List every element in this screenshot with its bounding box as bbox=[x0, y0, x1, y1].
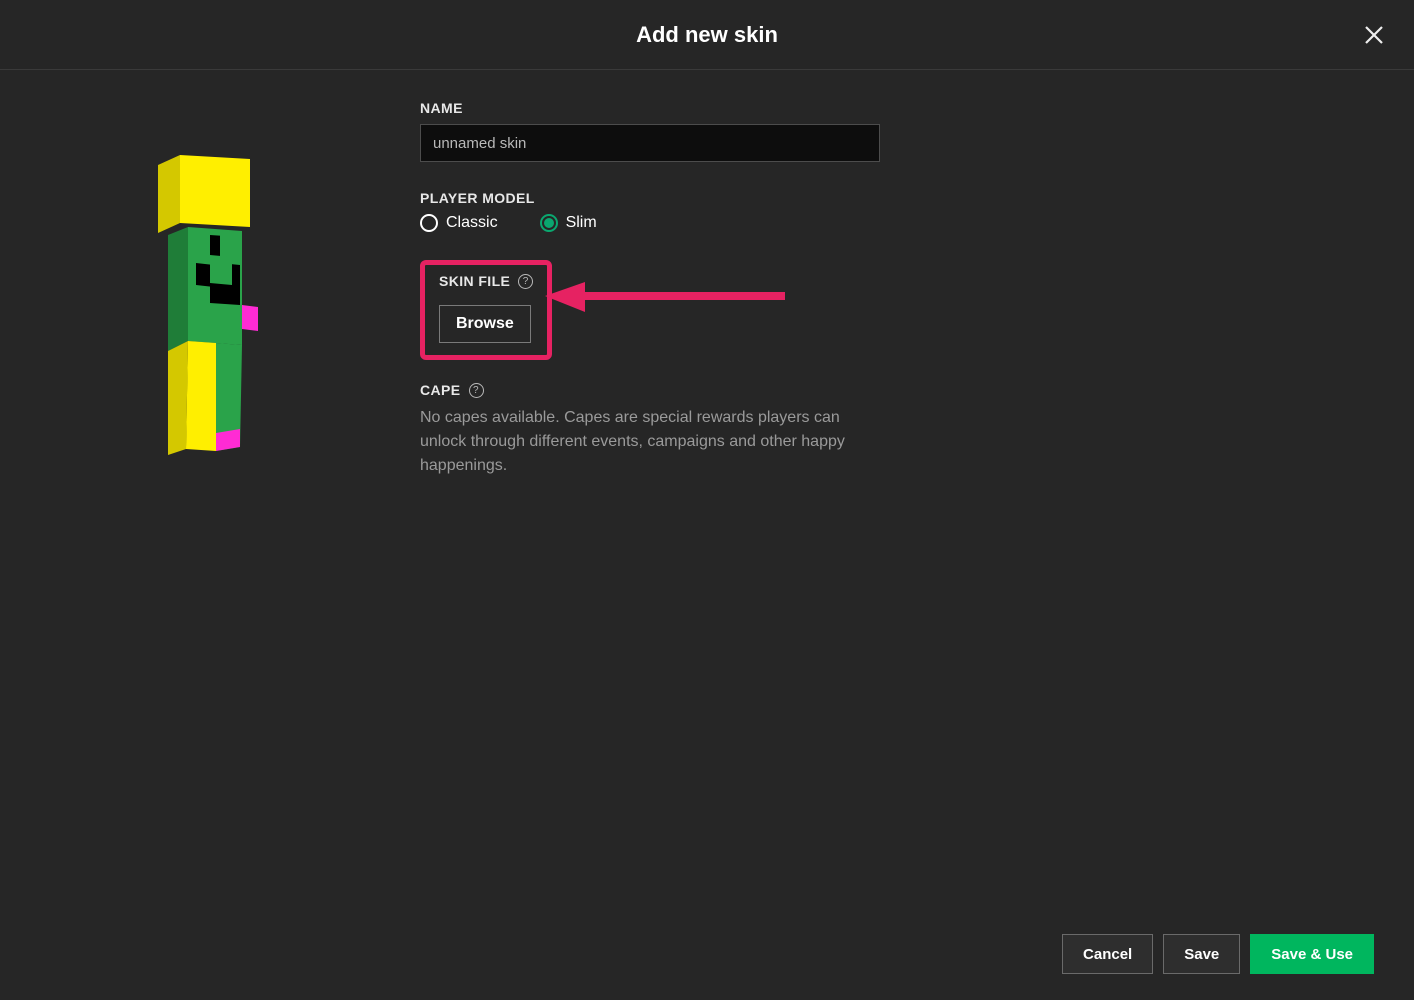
skin-preview-column bbox=[0, 100, 420, 1000]
player-model-section: PLAYER MODEL Classic Slim bbox=[420, 190, 890, 232]
player-model-label: PLAYER MODEL bbox=[420, 190, 890, 206]
close-icon bbox=[1363, 24, 1385, 46]
dialog-title: Add new skin bbox=[636, 22, 778, 48]
cape-description: No capes available. Capes are special re… bbox=[420, 406, 880, 478]
footer-buttons: Cancel Save Save & Use bbox=[1062, 934, 1374, 974]
radio-slim[interactable]: Slim bbox=[540, 214, 597, 232]
name-input[interactable] bbox=[420, 124, 880, 162]
close-button[interactable] bbox=[1360, 21, 1388, 49]
form-column: NAME PLAYER MODEL Classic Slim bbox=[420, 100, 950, 1000]
help-icon[interactable]: ? bbox=[469, 383, 484, 398]
radio-icon bbox=[420, 214, 438, 232]
cape-label: CAPE ? bbox=[420, 382, 890, 398]
radio-slim-label: Slim bbox=[566, 214, 597, 232]
cancel-button[interactable]: Cancel bbox=[1062, 934, 1153, 974]
skin-file-label-text: SKIN FILE bbox=[439, 273, 510, 289]
save-and-use-button[interactable]: Save & Use bbox=[1250, 934, 1374, 974]
radio-icon bbox=[540, 214, 558, 232]
cape-label-text: CAPE bbox=[420, 382, 461, 398]
add-skin-dialog: Add new skin bbox=[0, 0, 1414, 1000]
help-icon[interactable]: ? bbox=[518, 274, 533, 289]
radio-classic-label: Classic bbox=[446, 214, 498, 232]
skin-preview[interactable] bbox=[140, 155, 280, 455]
model-radio-group: Classic Slim bbox=[420, 214, 890, 232]
cape-section: CAPE ? No capes available. Capes are spe… bbox=[420, 382, 890, 478]
annotation-highlight: SKIN FILE ? Browse bbox=[420, 260, 552, 360]
skin-avatar-icon bbox=[140, 155, 300, 465]
name-label: NAME bbox=[420, 100, 890, 116]
radio-classic[interactable]: Classic bbox=[420, 214, 498, 232]
skin-file-section: SKIN FILE ? Browse bbox=[420, 260, 890, 360]
content-area: NAME PLAYER MODEL Classic Slim bbox=[0, 70, 1414, 1000]
browse-button[interactable]: Browse bbox=[439, 305, 531, 343]
name-section: NAME bbox=[420, 100, 890, 162]
titlebar: Add new skin bbox=[0, 0, 1414, 70]
save-button[interactable]: Save bbox=[1163, 934, 1240, 974]
skin-file-label: SKIN FILE ? bbox=[439, 273, 533, 289]
